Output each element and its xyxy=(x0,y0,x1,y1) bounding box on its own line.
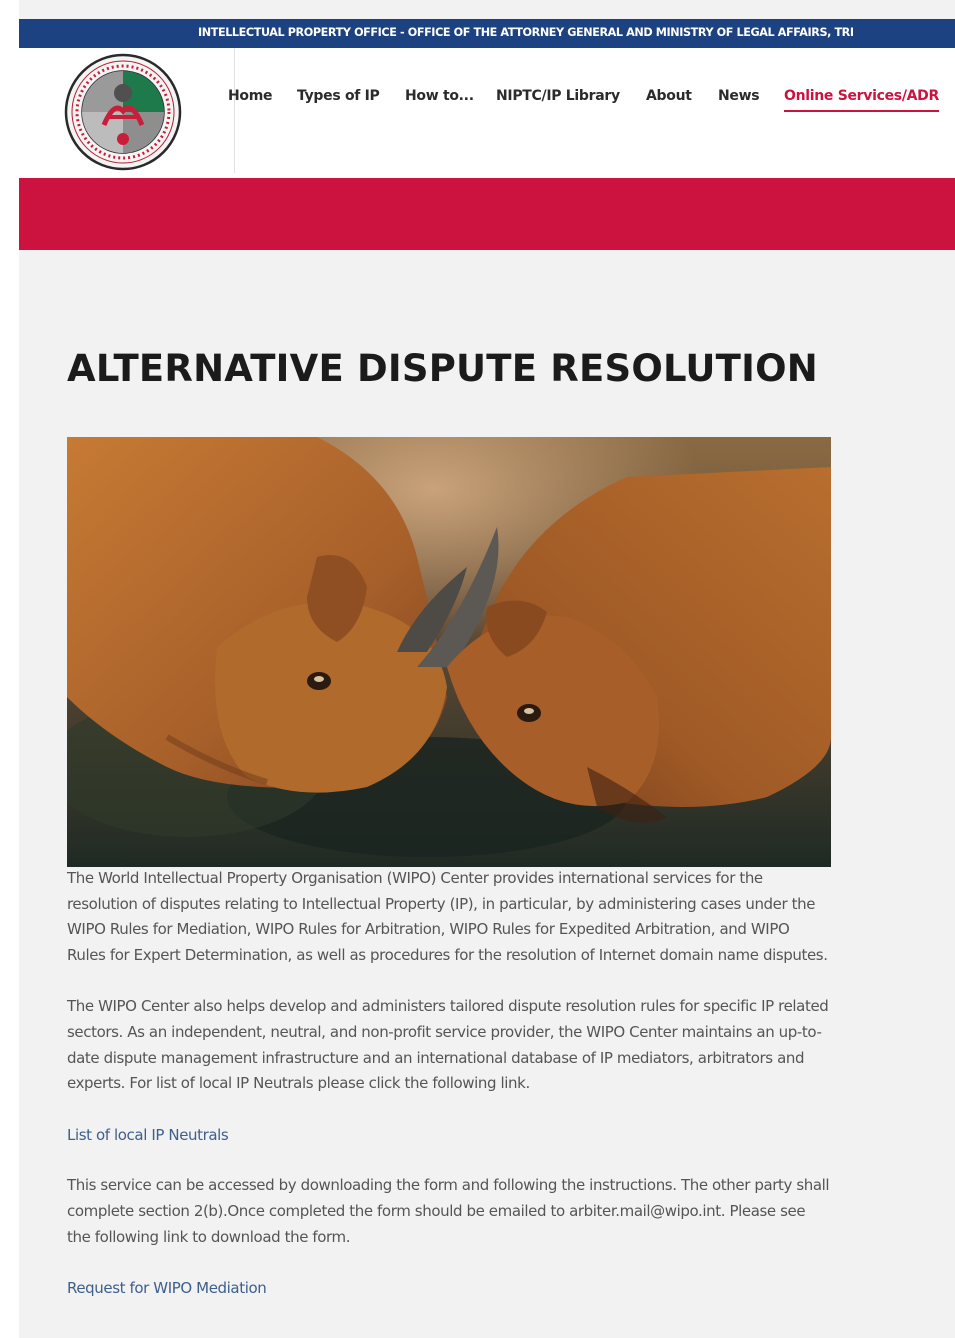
seal-logo-icon xyxy=(64,53,182,171)
link-request-wipo-mediation[interactable]: Request for WIPO Mediation xyxy=(67,1276,831,1302)
nav-item-how-to[interactable]: How to... xyxy=(405,88,474,110)
paragraph-wipo-center: The World Intellectual Property Organisa… xyxy=(67,869,828,964)
paragraph-service-access: This service can be accessed by download… xyxy=(67,1176,830,1246)
nav-item-niptc-ip-library[interactable]: NIPTC/IP Library xyxy=(496,88,620,110)
nav-item-news[interactable]: News xyxy=(718,88,760,110)
goats-headbutting-photo xyxy=(47,437,831,867)
nav-item-types-of-ip[interactable]: Types of IP xyxy=(297,88,380,110)
hero-image xyxy=(47,437,831,867)
page-banner xyxy=(19,178,955,250)
article-content: The World Intellectual Property Organisa… xyxy=(67,866,831,1327)
nav-item-about[interactable]: About xyxy=(646,88,692,110)
page-frame: INTELLECTUAL PROPERTY OFFICE - OFFICE OF… xyxy=(19,0,955,1338)
nav-item-online-services-adr[interactable]: Online Services/ADR xyxy=(784,88,939,112)
nav-item-home[interactable]: Home xyxy=(228,88,273,110)
site-header: Home Types of IP How to... NIPTC/IP Libr… xyxy=(19,48,955,178)
top-banner-text: INTELLECTUAL PROPERTY OFFICE - OFFICE OF… xyxy=(198,26,854,39)
link-local-ip-neutrals[interactable]: List of local IP Neutrals xyxy=(67,1123,831,1149)
paragraph-wipo-rules: The WIPO Center also helps develop and a… xyxy=(67,997,829,1093)
site-logo[interactable] xyxy=(64,53,182,171)
main-nav: Home Types of IP How to... NIPTC/IP Libr… xyxy=(228,88,955,118)
top-banner: INTELLECTUAL PROPERTY OFFICE - OFFICE OF… xyxy=(19,19,955,48)
page-title: ALTERNATIVE DISPUTE RESOLUTION xyxy=(67,347,818,390)
